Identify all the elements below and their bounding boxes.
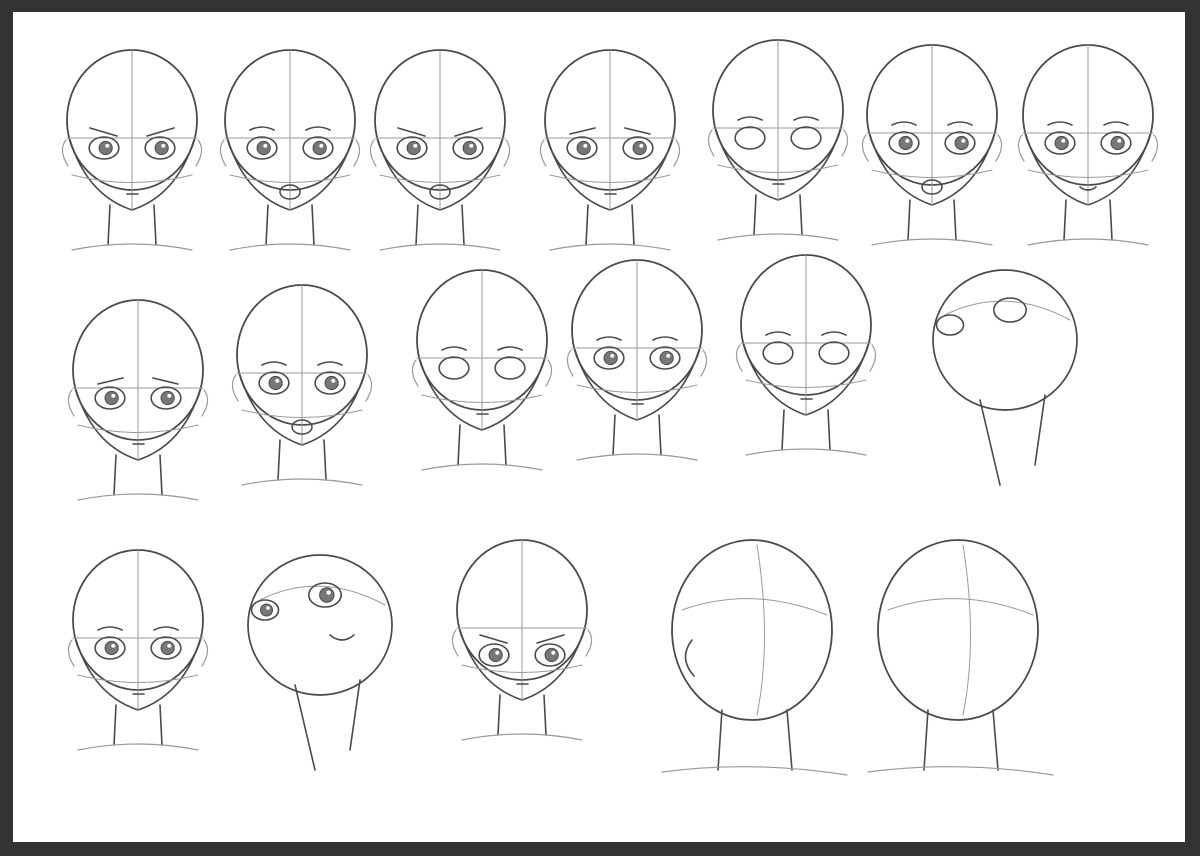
head-front-wink-laugh	[861, 44, 1003, 246]
head-front-sleepy	[67, 549, 209, 751]
head-front-worried	[539, 49, 681, 251]
head-front-angry-shout	[369, 49, 511, 251]
head-tilt-up-shout	[247, 554, 393, 771]
head-back-three-quarter	[661, 539, 848, 776]
head-front-sad	[67, 299, 209, 501]
head-looking-up	[932, 269, 1078, 486]
head-three-quarter-shoulder	[566, 259, 708, 461]
head-three-quarter-grin	[231, 284, 373, 486]
head-tilt-blank	[411, 269, 553, 471]
head-back-view	[867, 539, 1054, 776]
head-side-down	[735, 254, 877, 456]
head-down-glare	[451, 539, 593, 741]
head-front-smile	[1017, 44, 1159, 246]
sketch-row-tilted-views	[67, 254, 1078, 501]
sketch-row-front-views	[61, 39, 1159, 251]
head-front-neutral	[707, 39, 849, 241]
sketch-sheet	[61, 39, 1159, 776]
head-front-surprised	[219, 49, 361, 251]
head-front-frown	[61, 49, 203, 251]
sketch-row-extreme-angles	[67, 539, 1054, 776]
